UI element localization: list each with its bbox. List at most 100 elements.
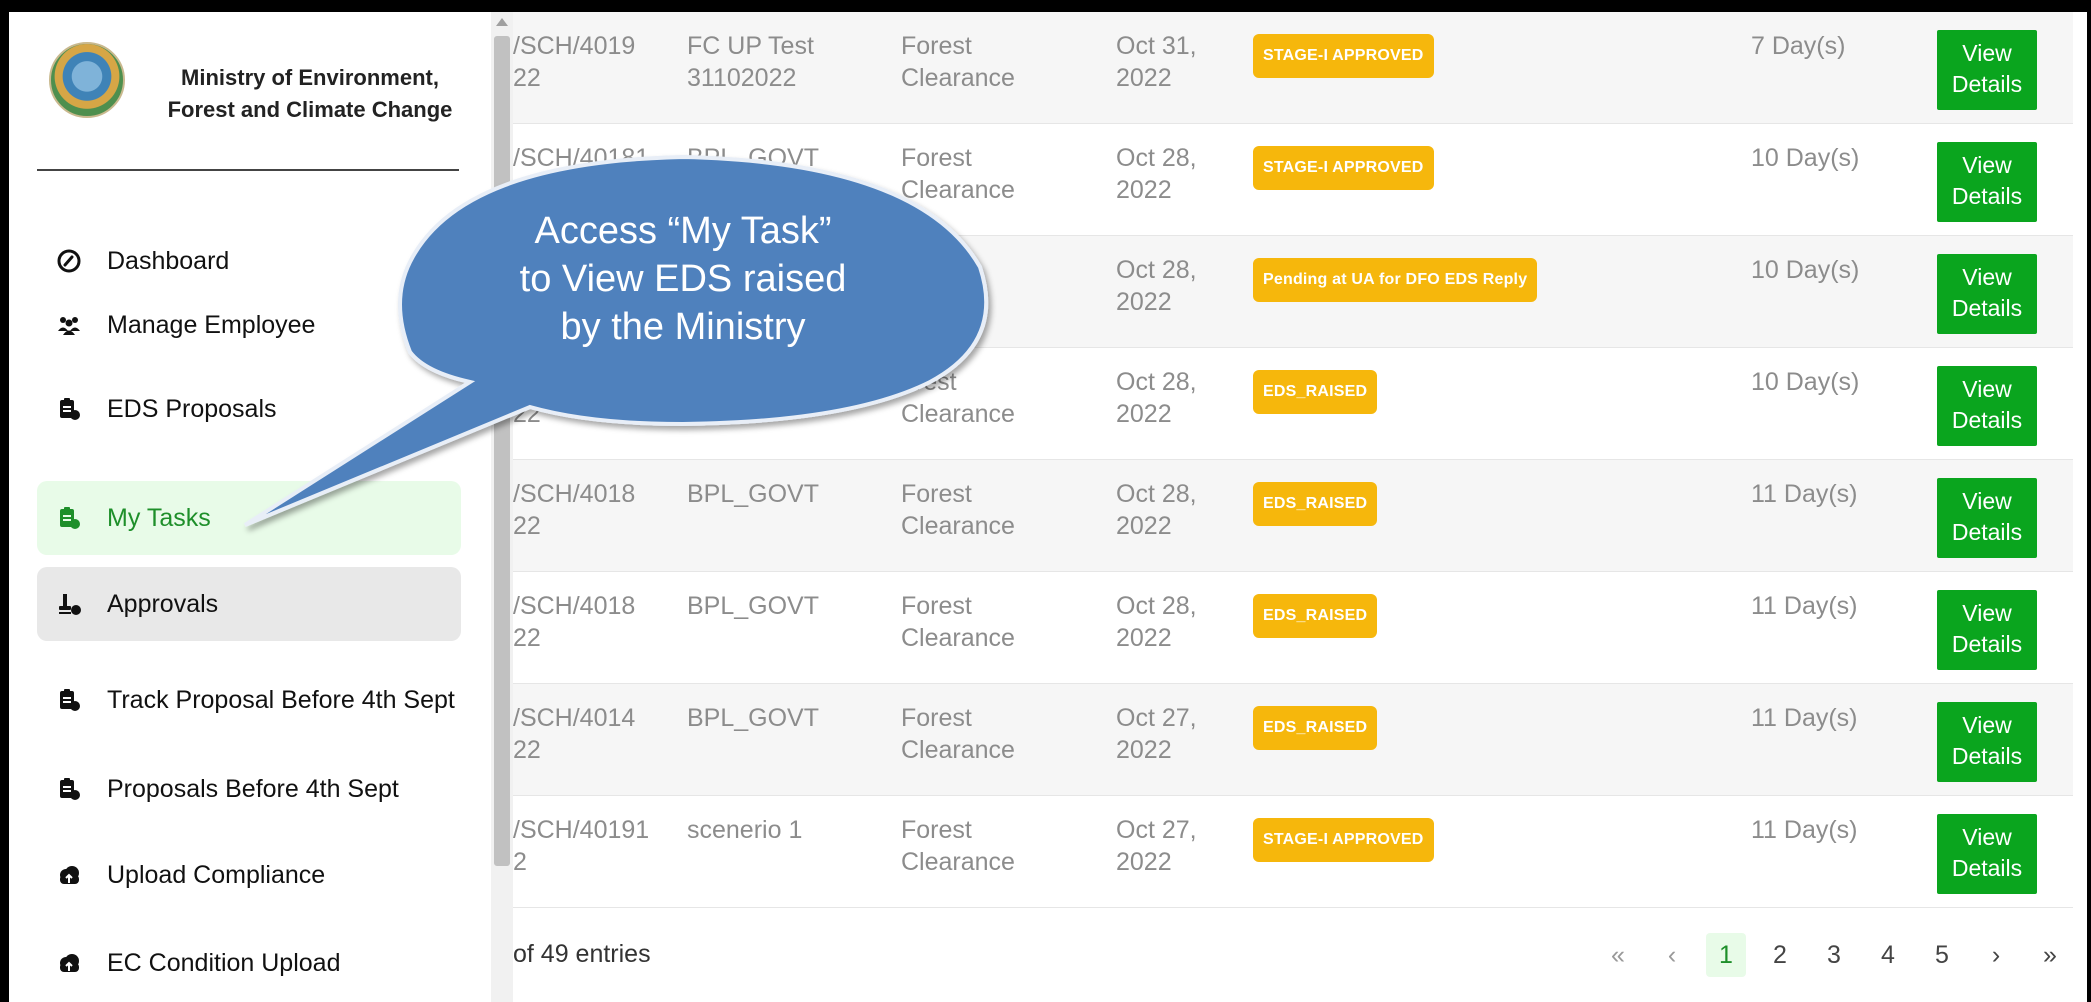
page-button-4[interactable]: 4 — [1868, 933, 1908, 977]
page-button-2[interactable]: 2 — [1760, 933, 1800, 977]
table-row: /SCH/4014 22 BPL_GOVT Forest Clearance Oct 2… — [513, 684, 2073, 796]
status-cell: STAGE-I APPROVED — [1253, 818, 1434, 862]
status-cell: EDS_RAISED — [1253, 594, 1378, 638]
page-button-5[interactable]: 5 — [1922, 933, 1962, 977]
proposal-id-cell-line: 22 — [513, 624, 541, 652]
page-button-3[interactable]: 3 — [1814, 933, 1854, 977]
date-cell: Oct 28, 2022 — [1116, 478, 1226, 542]
status-badge: EDS_RAISED — [1253, 706, 1378, 750]
date-cell-line: Oct 28, — [1116, 480, 1197, 508]
sidebar-item-label: Upload Compliance — [107, 860, 326, 889]
view-details-label: View — [1962, 488, 2012, 514]
view-details-button[interactable]: View Details — [1937, 366, 2037, 446]
view-details-label: Details — [1951, 631, 2023, 657]
view-details-button[interactable]: View Details — [1937, 814, 2037, 894]
status-badge: STAGE-I APPROVED — [1253, 34, 1434, 78]
sidebar-item-label: EC Condition Upload — [107, 948, 341, 977]
sidebar-item-upload-compliance[interactable]: Upload Compliance — [37, 838, 461, 912]
proposal-name-cell-line — [687, 846, 837, 878]
date-cell: Oct 31, 2022 — [1116, 30, 1226, 94]
date-cell-line: 2022 — [1116, 288, 1172, 316]
date-cell-line: Oct 28, — [1116, 256, 1197, 284]
date-cell-line: Oct 28, — [1116, 368, 1197, 396]
view-details-button[interactable]: View Details — [1937, 590, 2037, 670]
proposal-name-cell: BPL_GOVT — [687, 702, 837, 766]
last-page-button[interactable]: » — [2030, 933, 2070, 977]
pending-days-cell: 11 Day(s) — [1751, 704, 1858, 732]
status-cell: EDS_RAISED — [1253, 706, 1378, 750]
proposal-name-cell-line — [687, 622, 837, 654]
view-details-button[interactable]: View Details — [1937, 702, 2037, 782]
stamp-icon — [57, 592, 81, 616]
status-cell: STAGE-I APPROVED — [1253, 34, 1434, 78]
view-details-label: View — [1962, 600, 2012, 626]
sidebar-item-label: Proposals Before 4th Sept — [107, 774, 399, 803]
ministry-emblem-icon — [49, 42, 125, 118]
view-details-label: Details — [1951, 295, 2023, 321]
view-details-label: View — [1962, 264, 2012, 290]
view-details-label: View — [1962, 40, 2012, 66]
status-cell: EDS_RAISED — [1253, 482, 1378, 526]
category-cell: Forest Clearance — [901, 814, 1051, 878]
date-cell-line: 2022 — [1116, 176, 1172, 204]
first-page-button[interactable]: « — [1598, 933, 1638, 977]
view-details-button[interactable]: View Details — [1937, 142, 2037, 222]
date-cell-line: Oct 28, — [1116, 144, 1197, 172]
category-cell-line: Forest — [901, 704, 972, 732]
category-cell-line: Forest — [901, 816, 972, 844]
category-cell-line: Clearance — [901, 736, 1015, 764]
pending-days-cell: 10 Day(s) — [1751, 144, 1860, 172]
view-details-label: Details — [1951, 71, 2023, 97]
status-badge: STAGE-I APPROVED — [1253, 818, 1434, 862]
date-cell-line: 2022 — [1116, 400, 1172, 428]
date-cell-line: Oct 28, — [1116, 592, 1197, 620]
status-badge: EDS_RAISED — [1253, 482, 1378, 526]
view-details-button[interactable]: View Details — [1937, 254, 2037, 334]
status-cell: STAGE-I APPROVED — [1253, 146, 1434, 190]
status-cell: Pending at UA for DFO EDS Reply — [1253, 258, 1538, 302]
callout-line: Access “My Task” — [534, 210, 832, 252]
proposal-name-cell-line: BPL_GOVT — [687, 704, 819, 732]
category-cell-line: Clearance — [901, 848, 1015, 876]
frame-top — [0, 0, 2091, 12]
callout-line: to View EDS raised — [519, 258, 847, 300]
pagination: « ‹ 1 2 3 4 5 › » — [1598, 930, 2084, 980]
proposal-id-cell: /SCH/40191 2 — [513, 814, 673, 878]
proposal-name-cell-line — [687, 734, 837, 766]
view-details-label: Details — [1951, 743, 2023, 769]
callout-text: Access “My Task” to View EDS raised by t… — [473, 207, 893, 351]
sidebar-item-label: My Tasks — [107, 503, 211, 532]
page-button-1[interactable]: 1 — [1706, 933, 1746, 977]
view-details-label: View — [1962, 712, 2012, 738]
proposal-id-cell-line: 2 — [513, 848, 527, 876]
clipboard-icon — [57, 777, 81, 801]
view-details-button[interactable]: View Details — [1937, 30, 2037, 110]
sidebar-item-proposals-before[interactable]: Proposals Before 4th Sept — [37, 752, 461, 826]
status-cell: EDS_RAISED — [1253, 370, 1378, 414]
sidebar-item-label: Track Proposal Before 4th Sept — [107, 685, 455, 714]
date-cell: Oct 27, 2022 — [1116, 702, 1226, 766]
date-cell-line: Oct 27, — [1116, 704, 1197, 732]
view-details-label: Details — [1951, 407, 2023, 433]
category-cell-line: Clearance — [901, 624, 1015, 652]
proposal-name-cell: scenerio 1 — [687, 814, 837, 878]
sidebar-item-ec-condition-upload[interactable]: EC Condition Upload — [37, 926, 461, 1000]
status-badge: EDS_RAISED — [1253, 594, 1378, 638]
pending-days-cell: 11 Day(s) — [1751, 592, 1858, 620]
view-details-label: Details — [1951, 519, 2023, 545]
date-cell: Oct 28, 2022 — [1116, 590, 1226, 654]
frame-left — [0, 0, 9, 1002]
date-cell-line: Oct 27, — [1116, 816, 1197, 844]
prev-page-button[interactable]: ‹ — [1652, 933, 1692, 977]
sidebar-item-track-proposal[interactable]: Track Proposal Before 4th Sept — [37, 663, 461, 737]
callout-line: by the Ministry — [560, 306, 806, 348]
view-details-label: View — [1962, 152, 2012, 178]
gauge-icon — [57, 249, 81, 273]
next-page-button[interactable]: › — [1976, 933, 2016, 977]
table-row: /SCH/40191 2 scenerio 1 Forest Clearance Oct… — [513, 796, 2073, 908]
category-cell: Forest Clearance — [901, 702, 1051, 766]
date-cell: Oct 28, 2022 — [1116, 366, 1226, 430]
screen: /SCH/4019 22 FC UP Test 31102022 Forest Clear… — [0, 12, 2091, 1002]
date-cell-line: Oct 31, — [1116, 32, 1197, 60]
view-details-button[interactable]: View Details — [1937, 478, 2037, 558]
